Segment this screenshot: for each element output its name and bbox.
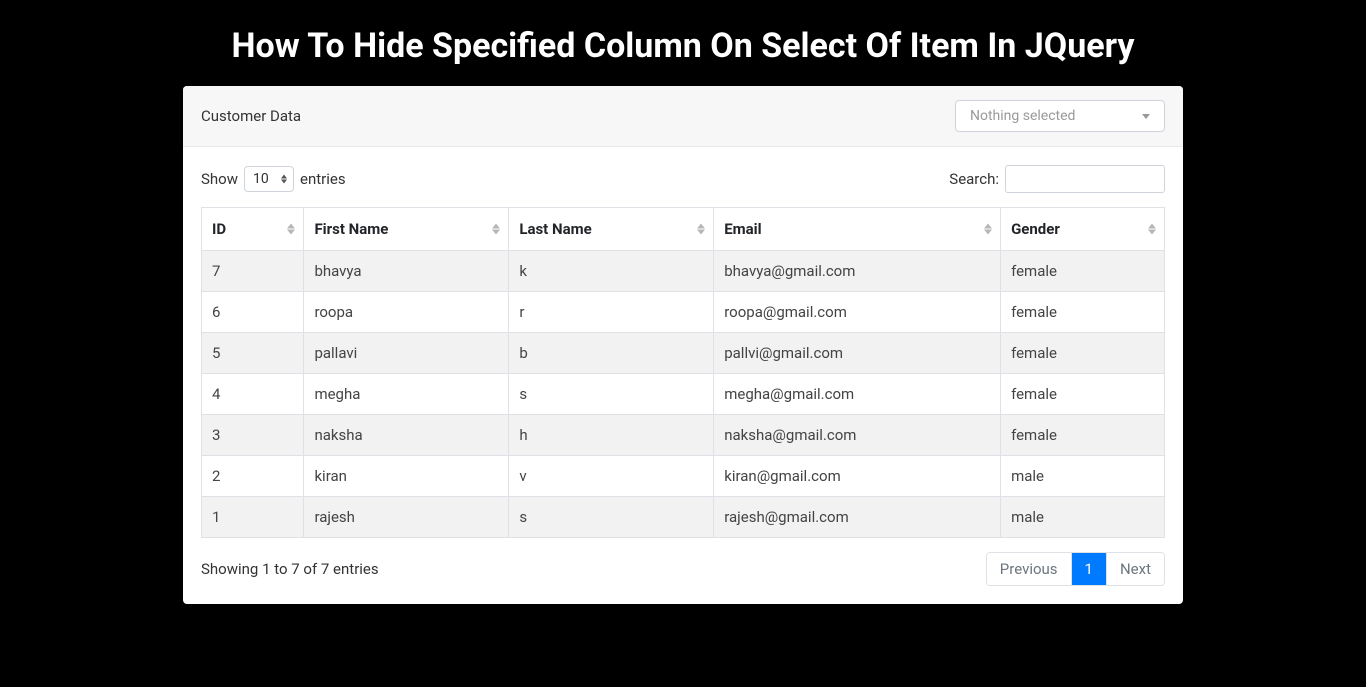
search-input[interactable] (1005, 165, 1165, 193)
card-body: Show 10 entries Search: ID (183, 147, 1183, 604)
cell-last: s (509, 497, 714, 538)
cell-gender: female (1001, 374, 1165, 415)
card-header: Customer Data Nothing selected (183, 86, 1183, 147)
column-label: Email (724, 220, 761, 238)
column-label: Gender (1011, 220, 1060, 238)
data-table: ID First Name Last Name Email (201, 207, 1165, 538)
cell-id: 4 (202, 374, 304, 415)
cell-last: r (509, 292, 714, 333)
cell-first: pallavi (304, 333, 509, 374)
table-row: 4 megha s megha@gmail.com female (202, 374, 1165, 415)
cell-first: roopa (304, 292, 509, 333)
page-1-button[interactable]: 1 (1072, 553, 1107, 585)
sort-icon (287, 224, 295, 235)
column-header-firstname[interactable]: First Name (304, 208, 509, 251)
cell-email: naksha@gmail.com (714, 415, 1001, 456)
cell-gender: female (1001, 333, 1165, 374)
length-select[interactable]: 10 (244, 166, 294, 192)
cell-last: b (509, 333, 714, 374)
cell-email: kiran@gmail.com (714, 456, 1001, 497)
previous-button[interactable]: Previous (987, 553, 1072, 585)
cell-first: kiran (304, 456, 509, 497)
table-row: 5 pallavi b pallvi@gmail.com female (202, 333, 1165, 374)
cell-id: 2 (202, 456, 304, 497)
next-button[interactable]: Next (1107, 553, 1164, 585)
sort-icon (984, 224, 992, 235)
cell-first: bhavya (304, 251, 509, 292)
cell-id: 3 (202, 415, 304, 456)
pagination: Previous 1 Next (986, 552, 1165, 586)
cell-gender: male (1001, 456, 1165, 497)
cell-gender: female (1001, 415, 1165, 456)
search-label: Search: (949, 170, 999, 188)
cell-id: 7 (202, 251, 304, 292)
cell-first: rajesh (304, 497, 509, 538)
cell-email: megha@gmail.com (714, 374, 1001, 415)
select-arrows-icon (281, 175, 287, 184)
table-row: 7 bhavya k bhavya@gmail.com female (202, 251, 1165, 292)
table-row: 2 kiran v kiran@gmail.com male (202, 456, 1165, 497)
cell-gender: female (1001, 292, 1165, 333)
column-header-gender[interactable]: Gender (1001, 208, 1165, 251)
table-controls: Show 10 entries Search: (201, 165, 1165, 193)
cell-gender: female (1001, 251, 1165, 292)
dropdown-placeholder: Nothing selected (970, 108, 1075, 124)
column-header-email[interactable]: Email (714, 208, 1001, 251)
caret-down-icon (1142, 114, 1150, 119)
cell-first: megha (304, 374, 509, 415)
column-label: ID (212, 220, 226, 238)
cell-last: s (509, 374, 714, 415)
column-header-id[interactable]: ID (202, 208, 304, 251)
column-select-dropdown[interactable]: Nothing selected (955, 100, 1165, 132)
table-row: 6 roopa r roopa@gmail.com female (202, 292, 1165, 333)
table-row: 1 rajesh s rajesh@gmail.com male (202, 497, 1165, 538)
cell-email: rajesh@gmail.com (714, 497, 1001, 538)
cell-id: 1 (202, 497, 304, 538)
entries-label: entries (300, 170, 346, 188)
cell-gender: male (1001, 497, 1165, 538)
search-control: Search: (949, 165, 1165, 193)
cell-first: naksha (304, 415, 509, 456)
cell-last: v (509, 456, 714, 497)
show-label: Show (201, 170, 238, 188)
cell-email: pallvi@gmail.com (714, 333, 1001, 374)
sort-icon (1148, 224, 1156, 235)
length-value: 10 (253, 171, 269, 187)
page-title: How To Hide Specified Column On Select O… (183, 0, 1183, 86)
cell-id: 5 (202, 333, 304, 374)
column-label: First Name (314, 220, 388, 238)
sort-icon (492, 224, 500, 235)
card-header-title: Customer Data (201, 107, 301, 125)
cell-last: h (509, 415, 714, 456)
cell-email: roopa@gmail.com (714, 292, 1001, 333)
length-control: Show 10 entries (201, 166, 346, 192)
sort-icon (697, 224, 705, 235)
cell-last: k (509, 251, 714, 292)
card: Customer Data Nothing selected Show 10 e… (183, 86, 1183, 604)
cell-id: 6 (202, 292, 304, 333)
table-row: 3 naksha h naksha@gmail.com female (202, 415, 1165, 456)
table-body: 7 bhavya k bhavya@gmail.com female 6 roo… (202, 251, 1165, 538)
cell-email: bhavya@gmail.com (714, 251, 1001, 292)
column-header-lastname[interactable]: Last Name (509, 208, 714, 251)
info-text: Showing 1 to 7 of 7 entries (201, 560, 379, 578)
table-footer: Showing 1 to 7 of 7 entries Previous 1 N… (201, 552, 1165, 586)
column-label: Last Name (519, 220, 591, 238)
